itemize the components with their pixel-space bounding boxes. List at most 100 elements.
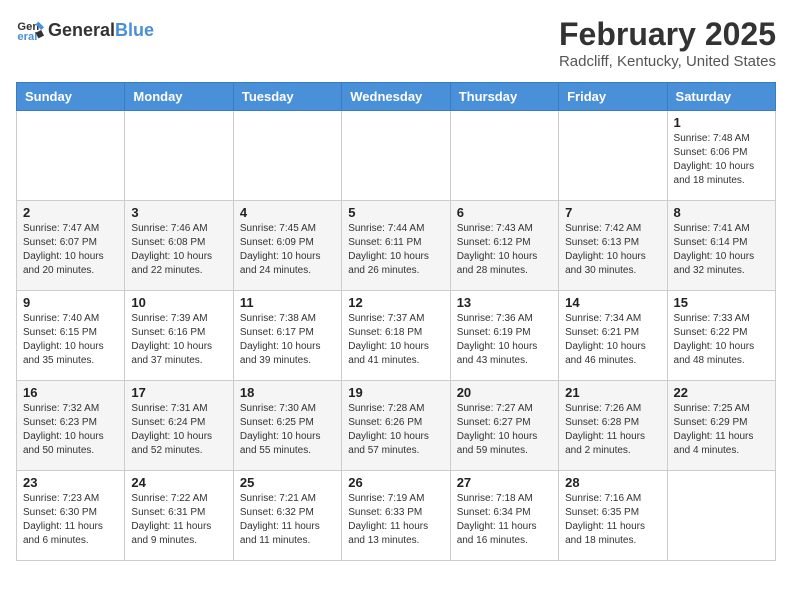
day-number: 4 [240, 205, 335, 220]
logo: Gen eral GeneralBlue [16, 16, 154, 44]
day-info: Sunrise: 7:41 AM Sunset: 6:14 PM Dayligh… [674, 222, 769, 278]
day-info: Sunrise: 7:38 AM Sunset: 6:17 PM Dayligh… [240, 312, 335, 368]
day-info: Sunrise: 7:37 AM Sunset: 6:18 PM Dayligh… [348, 312, 443, 368]
calendar-cell: 12 Sunrise: 7:37 AM Sunset: 6:18 PM Dayli… [342, 291, 450, 381]
day-info: Sunrise: 7:32 AM Sunset: 6:23 PM Dayligh… [23, 402, 118, 458]
day-number: 16 [23, 385, 118, 400]
week-row-3: 9 Sunrise: 7:40 AM Sunset: 6:15 PM Daylig… [17, 291, 776, 381]
day-info: Sunrise: 7:48 AM Sunset: 6:06 PM Dayligh… [674, 132, 769, 188]
weekday-header-wednesday: Wednesday [342, 83, 450, 111]
day-number: 28 [565, 475, 660, 490]
calendar-cell: 8 Sunrise: 7:41 AM Sunset: 6:14 PM Daylig… [667, 201, 775, 291]
weekday-header-saturday: Saturday [667, 83, 775, 111]
day-info: Sunrise: 7:45 AM Sunset: 6:09 PM Dayligh… [240, 222, 335, 278]
calendar-cell: 3Sunrise: 7:46 AM Sunset: 6:08 PM Daylig… [125, 201, 233, 291]
week-row-1: 1 Sunrise: 7:48 AM Sunset: 6:06 PM Daylig… [17, 111, 776, 201]
day-number: 10 [131, 295, 226, 310]
calendar-cell: 16 Sunrise: 7:32 AM Sunset: 6:23 PM Dayli… [17, 381, 125, 471]
weekday-header-thursday: Thursday [450, 83, 558, 111]
day-number: 5 [348, 205, 443, 220]
calendar-cell: 22Sunrise: 7:25 AM Sunset: 6:29 PM Dayli… [667, 381, 775, 471]
calendar-cell: 21 Sunrise: 7:26 AM Sunset: 6:28 PM Dayli… [559, 381, 667, 471]
calendar-cell [125, 111, 233, 201]
calendar-cell: 9 Sunrise: 7:40 AM Sunset: 6:15 PM Daylig… [17, 291, 125, 381]
calendar-cell: 23Sunrise: 7:23 AM Sunset: 6:30 PM Dayli… [17, 471, 125, 561]
day-number: 9 [23, 295, 118, 310]
day-info: Sunrise: 7:33 AM Sunset: 6:22 PM Dayligh… [674, 312, 769, 368]
svg-text:eral: eral [17, 31, 37, 43]
day-number: 25 [240, 475, 335, 490]
day-number: 11 [240, 295, 335, 310]
subtitle: Radcliff, Kentucky, United States [559, 53, 776, 70]
calendar-cell: 27 Sunrise: 7:18 AM Sunset: 6:34 PM Dayli… [450, 471, 558, 561]
title-section: February 2025 Radcliff, Kentucky, United… [559, 16, 776, 70]
day-info: Sunrise: 7:36 AM Sunset: 6:19 PM Dayligh… [457, 312, 552, 368]
day-info: Sunrise: 7:40 AM Sunset: 6:15 PM Dayligh… [23, 312, 118, 368]
calendar: SundayMondayTuesdayWednesdayThursdayFrid… [16, 82, 776, 561]
header: Gen eral GeneralBlue February 2025 Radcl… [16, 16, 776, 70]
calendar-cell: 4 Sunrise: 7:45 AM Sunset: 6:09 PM Daylig… [233, 201, 341, 291]
day-number: 13 [457, 295, 552, 310]
day-info: Sunrise: 7:19 AM Sunset: 6:33 PM Dayligh… [348, 492, 443, 548]
calendar-cell: 25 Sunrise: 7:21 AM Sunset: 6:32 PM Dayli… [233, 471, 341, 561]
logo-icon: Gen eral [16, 16, 44, 44]
calendar-cell: 6 Sunrise: 7:43 AM Sunset: 6:12 PM Daylig… [450, 201, 558, 291]
day-info: Sunrise: 7:30 AM Sunset: 6:25 PM Dayligh… [240, 402, 335, 458]
calendar-cell [233, 111, 341, 201]
day-number: 6 [457, 205, 552, 220]
day-number: 27 [457, 475, 552, 490]
day-number: 12 [348, 295, 443, 310]
day-info: Sunrise: 7:25 AM Sunset: 6:29 PM Dayligh… [674, 402, 769, 458]
day-number: 15 [674, 295, 769, 310]
day-info: Sunrise: 7:21 AM Sunset: 6:32 PM Dayligh… [240, 492, 335, 548]
day-number: 17 [131, 385, 226, 400]
week-row-5: 23Sunrise: 7:23 AM Sunset: 6:30 PM Dayli… [17, 471, 776, 561]
calendar-cell [667, 471, 775, 561]
day-number: 18 [240, 385, 335, 400]
day-number: 14 [565, 295, 660, 310]
day-info: Sunrise: 7:46 AM Sunset: 6:08 PM Dayligh… [131, 222, 226, 278]
calendar-cell: 26 Sunrise: 7:19 AM Sunset: 6:33 PM Dayli… [342, 471, 450, 561]
day-info: Sunrise: 7:22 AM Sunset: 6:31 PM Dayligh… [131, 492, 226, 548]
day-info: Sunrise: 7:42 AM Sunset: 6:13 PM Dayligh… [565, 222, 660, 278]
day-number: 7 [565, 205, 660, 220]
calendar-cell [559, 111, 667, 201]
day-info: Sunrise: 7:18 AM Sunset: 6:34 PM Dayligh… [457, 492, 552, 548]
main-title: February 2025 [559, 16, 776, 53]
weekday-header-row: SundayMondayTuesdayWednesdayThursdayFrid… [17, 83, 776, 111]
day-info: Sunrise: 7:28 AM Sunset: 6:26 PM Dayligh… [348, 402, 443, 458]
day-number: 26 [348, 475, 443, 490]
day-info: Sunrise: 7:44 AM Sunset: 6:11 PM Dayligh… [348, 222, 443, 278]
calendar-cell: 24 Sunrise: 7:22 AM Sunset: 6:31 PM Dayli… [125, 471, 233, 561]
calendar-cell: 1 Sunrise: 7:48 AM Sunset: 6:06 PM Daylig… [667, 111, 775, 201]
weekday-header-monday: Monday [125, 83, 233, 111]
day-number: 2 [23, 205, 118, 220]
calendar-cell: 5 Sunrise: 7:44 AM Sunset: 6:11 PM Daylig… [342, 201, 450, 291]
calendar-cell: 7 Sunrise: 7:42 AM Sunset: 6:13 PM Daylig… [559, 201, 667, 291]
day-info: Sunrise: 7:34 AM Sunset: 6:21 PM Dayligh… [565, 312, 660, 368]
calendar-cell: 2Sunrise: 7:47 AM Sunset: 6:07 PM Daylig… [17, 201, 125, 291]
calendar-cell: 19 Sunrise: 7:28 AM Sunset: 6:26 PM Dayli… [342, 381, 450, 471]
week-row-4: 16 Sunrise: 7:32 AM Sunset: 6:23 PM Dayli… [17, 381, 776, 471]
day-number: 21 [565, 385, 660, 400]
day-info: Sunrise: 7:26 AM Sunset: 6:28 PM Dayligh… [565, 402, 660, 458]
calendar-cell: 20Sunrise: 7:27 AM Sunset: 6:27 PM Dayli… [450, 381, 558, 471]
weekday-header-friday: Friday [559, 83, 667, 111]
calendar-cell: 11 Sunrise: 7:38 AM Sunset: 6:17 PM Dayli… [233, 291, 341, 381]
day-number: 8 [674, 205, 769, 220]
day-number: 19 [348, 385, 443, 400]
calendar-cell [17, 111, 125, 201]
calendar-cell: 28 Sunrise: 7:16 AM Sunset: 6:35 PM Dayli… [559, 471, 667, 561]
calendar-cell: 14 Sunrise: 7:34 AM Sunset: 6:21 PM Dayli… [559, 291, 667, 381]
weekday-header-tuesday: Tuesday [233, 83, 341, 111]
calendar-cell: 10Sunrise: 7:39 AM Sunset: 6:16 PM Dayli… [125, 291, 233, 381]
day-number: 24 [131, 475, 226, 490]
calendar-cell: 17Sunrise: 7:31 AM Sunset: 6:24 PM Dayli… [125, 381, 233, 471]
weekday-header-sunday: Sunday [17, 83, 125, 111]
day-number: 1 [674, 115, 769, 130]
calendar-cell: 15 Sunrise: 7:33 AM Sunset: 6:22 PM Dayli… [667, 291, 775, 381]
day-info: Sunrise: 7:16 AM Sunset: 6:35 PM Dayligh… [565, 492, 660, 548]
day-info: Sunrise: 7:43 AM Sunset: 6:12 PM Dayligh… [457, 222, 552, 278]
week-row-2: 2Sunrise: 7:47 AM Sunset: 6:07 PM Daylig… [17, 201, 776, 291]
day-info: Sunrise: 7:27 AM Sunset: 6:27 PM Dayligh… [457, 402, 552, 458]
